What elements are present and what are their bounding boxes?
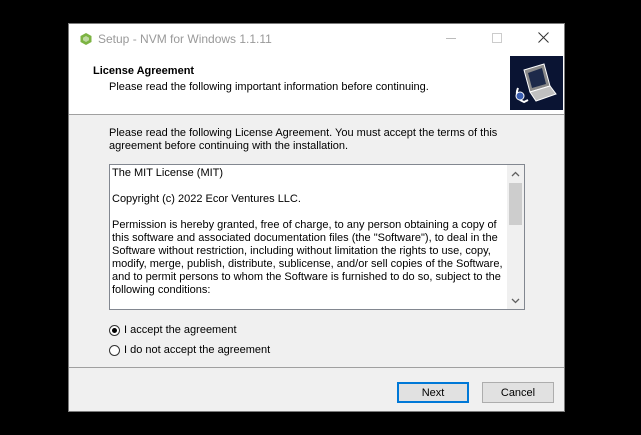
page-subtitle: Please read the following important info… <box>109 81 429 93</box>
next-button[interactable]: Next <box>397 382 469 403</box>
cancel-button[interactable]: Cancel <box>482 382 554 403</box>
decline-label[interactable]: I do not accept the agreement <box>124 344 270 356</box>
accept-label[interactable]: I accept the agreement <box>124 324 237 336</box>
close-button[interactable] <box>520 24 566 54</box>
minimize-button[interactable] <box>428 24 474 54</box>
radio-selected-dot <box>112 327 117 333</box>
accept-option[interactable]: I accept the agreement <box>109 324 237 336</box>
intro-text: Please read the following License Agreem… <box>109 127 498 152</box>
license-copyright: Copyright (c) 2022 Ecor Ventures LLC. <box>112 193 301 205</box>
license-text: The MIT License (MIT) Copyright (c) 2022… <box>112 167 507 309</box>
maximize-icon <box>492 32 502 46</box>
scroll-thumb[interactable] <box>509 183 522 225</box>
nvm-hexagon-icon <box>79 32 93 46</box>
license-heading: The MIT License (MIT) <box>112 167 224 179</box>
vertical-scrollbar[interactable] <box>507 165 524 309</box>
page-title: License Agreement <box>93 65 195 77</box>
chevron-up-icon <box>511 168 520 180</box>
decline-option[interactable]: I do not accept the agreement <box>109 344 270 356</box>
footer-divider <box>69 367 564 368</box>
decline-radio[interactable] <box>109 344 120 356</box>
setup-window: Setup - NVM for Windows 1.1.11 License A… <box>68 23 565 412</box>
window-title: Setup - NVM for Windows 1.1.11 <box>98 32 272 46</box>
maximize-button[interactable] <box>474 24 520 54</box>
chevron-down-icon <box>511 295 520 307</box>
computer-installer-graphic <box>510 56 563 110</box>
license-permission: Permission is hereby granted, free of ch… <box>112 219 503 296</box>
wizard-header: License Agreement Please read the follow… <box>69 54 564 115</box>
scroll-up-button[interactable] <box>507 165 524 182</box>
scroll-down-button[interactable] <box>507 292 524 309</box>
accept-radio[interactable] <box>109 324 120 336</box>
minimize-icon <box>446 33 456 46</box>
close-icon <box>537 32 549 46</box>
license-textbox[interactable]: The MIT License (MIT) Copyright (c) 2022… <box>109 164 525 310</box>
title-bar[interactable]: Setup - NVM for Windows 1.1.11 <box>69 24 564 54</box>
